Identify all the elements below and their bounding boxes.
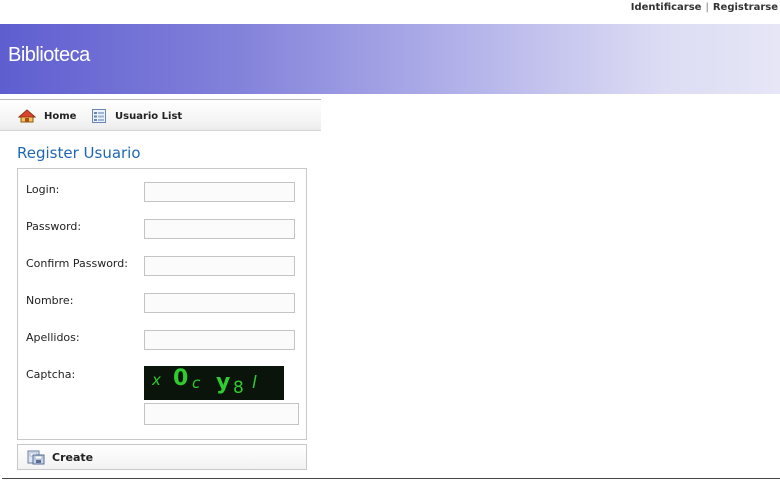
menu-item-home[interactable]: Home xyxy=(18,108,76,124)
captcha-char: 0 xyxy=(173,366,188,391)
create-button-label: Create xyxy=(52,451,94,464)
menu-item-label: Home xyxy=(44,110,77,122)
register-form: Login: Password: Confirm Password: Nombr… xyxy=(17,168,307,440)
link-separator: | xyxy=(705,2,709,13)
page-title: Register Usuario xyxy=(17,144,141,162)
confirm-password-label: Confirm Password: xyxy=(26,257,128,270)
list-icon xyxy=(92,109,106,123)
menu-item-label: Usuario List xyxy=(115,110,183,122)
apellidos-label: Apellidos: xyxy=(26,331,80,344)
captcha-char: l xyxy=(252,373,257,393)
captcha-char: c xyxy=(192,374,201,392)
nombre-input[interactable] xyxy=(144,293,295,313)
confirm-password-input[interactable] xyxy=(144,256,295,276)
form-row-login: Login: xyxy=(26,182,306,205)
form-row-nombre: Nombre: xyxy=(26,293,306,316)
form-row-apellidos: Apellidos: xyxy=(26,330,306,353)
register-link[interactable]: Registrarse xyxy=(713,2,778,13)
form-row-confirm-password: Confirm Password: xyxy=(26,256,306,279)
main-menu: Home Usuario List xyxy=(0,99,321,131)
site-title: Biblioteca xyxy=(8,44,90,66)
create-button[interactable]: Create xyxy=(17,444,307,470)
top-bar: Identificarse | Registrarse xyxy=(0,0,780,20)
apellidos-input[interactable] xyxy=(144,330,295,350)
footer-divider xyxy=(2,478,780,479)
form-row-password: Password: xyxy=(26,219,306,242)
captcha-char: 8 xyxy=(233,378,244,398)
menu-item-usuario-list[interactable]: Usuario List xyxy=(91,108,182,124)
captcha-image: x 0 c y 8 l xyxy=(144,366,284,400)
login-input[interactable] xyxy=(144,182,295,202)
nombre-label: Nombre: xyxy=(26,294,74,307)
captcha-char: x xyxy=(151,371,161,389)
auth-links: Identificarse | Registrarse xyxy=(631,2,778,13)
login-link[interactable]: Identificarse xyxy=(631,2,702,13)
save-icon xyxy=(27,450,45,465)
password-input[interactable] xyxy=(144,219,295,239)
captcha-input[interactable] xyxy=(144,403,299,425)
login-label: Login: xyxy=(26,183,60,196)
site-header: Biblioteca xyxy=(0,24,780,94)
captcha-label: Captcha: xyxy=(26,368,76,381)
home-icon xyxy=(18,109,36,123)
captcha-char: y xyxy=(216,370,230,395)
password-label: Password: xyxy=(26,220,82,233)
